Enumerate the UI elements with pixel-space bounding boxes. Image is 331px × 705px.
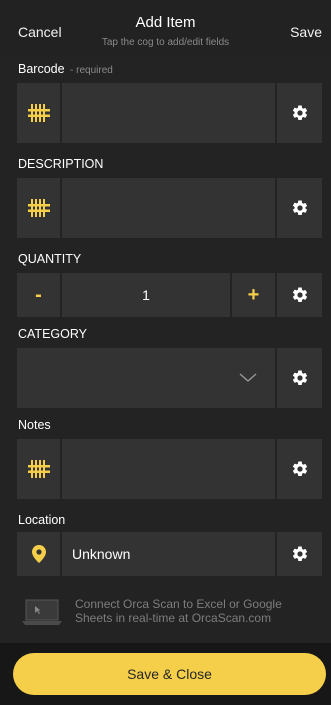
quantity-input[interactable]: 1 xyxy=(62,273,230,317)
barcode-field-label: Barcode - required xyxy=(18,62,113,76)
location-pin-icon xyxy=(31,545,46,563)
description-scan-button[interactable] xyxy=(17,178,60,238)
location-settings-button[interactable] xyxy=(277,532,322,576)
category-field-row xyxy=(17,348,322,408)
barcode-settings-button[interactable] xyxy=(277,83,322,143)
description-field-label: DESCRIPTION xyxy=(18,157,104,171)
increment-button[interactable]: + xyxy=(232,273,275,317)
category-settings-button[interactable] xyxy=(277,348,322,408)
notes-settings-button[interactable] xyxy=(277,439,322,499)
description-field-row xyxy=(17,178,322,238)
notes-input[interactable] xyxy=(62,439,275,499)
category-field-label: CATEGORY xyxy=(18,327,87,341)
decrement-button[interactable]: - xyxy=(17,273,60,317)
notes-scan-button[interactable] xyxy=(17,439,60,499)
notes-field-label: Notes xyxy=(18,418,51,432)
location-field-label: Location xyxy=(18,513,66,527)
barcode-icon xyxy=(27,199,50,217)
required-hint: - required xyxy=(70,65,113,76)
gear-icon xyxy=(292,287,307,302)
barcode-field-row xyxy=(17,83,322,143)
quantity-field-label: QUANTITY xyxy=(18,252,82,266)
barcode-input[interactable] xyxy=(62,83,275,143)
location-button[interactable] xyxy=(17,532,60,576)
laptop-icon xyxy=(22,599,62,625)
gear-icon xyxy=(292,370,307,385)
description-settings-button[interactable] xyxy=(277,178,322,238)
barcode-icon xyxy=(27,104,50,122)
save-button[interactable]: Save xyxy=(290,24,322,40)
quantity-settings-button[interactable] xyxy=(277,273,322,317)
chevron-down-icon xyxy=(239,373,257,382)
gear-icon xyxy=(292,546,307,561)
barcode-label-text: Barcode xyxy=(18,62,65,76)
promo-text: Connect Orca Scan to Excel or Google She… xyxy=(75,597,282,625)
page-subtitle: Tap the cog to add/edit fields xyxy=(101,37,230,48)
location-field-row: Unknown xyxy=(17,532,322,576)
location-value[interactable]: Unknown xyxy=(62,532,275,576)
save-close-button[interactable]: Save & Close xyxy=(13,653,326,695)
gear-icon xyxy=(292,105,307,120)
notes-field-row xyxy=(17,439,322,499)
header-bar: Cancel Add Item Tap the cog to add/edit … xyxy=(0,0,331,56)
gear-icon xyxy=(292,200,307,215)
footer-bar: Save & Close xyxy=(0,643,331,705)
category-select[interactable] xyxy=(17,348,275,408)
barcode-scan-button[interactable] xyxy=(17,83,60,143)
barcode-icon xyxy=(27,460,50,478)
gear-icon xyxy=(292,461,307,476)
description-input[interactable] xyxy=(62,178,275,238)
quantity-stepper: - 1 + xyxy=(17,273,322,317)
page-title: Add Item xyxy=(135,14,196,31)
promo-info[interactable]: Connect Orca Scan to Excel or Google She… xyxy=(21,597,321,631)
